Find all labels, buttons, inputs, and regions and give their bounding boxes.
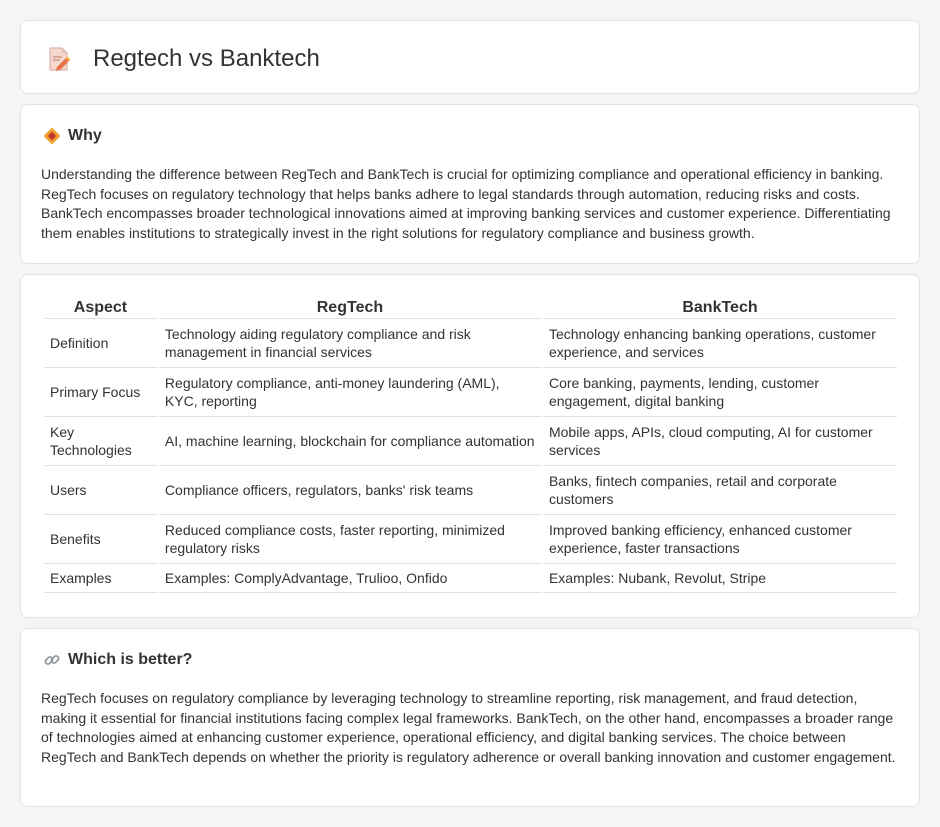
comparison-table-card: Aspect RegTech BankTech Definition Techn… <box>20 274 920 618</box>
row-regtech: AI, machine learning, blockchain for com… <box>158 417 541 466</box>
why-text: Understanding the difference between Reg… <box>41 166 891 241</box>
comparison-table: Aspect RegTech BankTech Definition Techn… <box>42 295 899 593</box>
row-aspect: Definition <box>44 319 157 368</box>
table-row: Key Technologies AI, machine learning, b… <box>44 417 897 466</box>
row-aspect: Benefits <box>44 515 157 564</box>
row-aspect: Key Technologies <box>44 417 157 466</box>
which-better-text: RegTech focuses on regulatory compliance… <box>41 690 896 765</box>
diamond-sign-icon <box>43 127 61 145</box>
row-aspect: Users <box>44 466 157 515</box>
row-aspect: Examples <box>44 564 157 593</box>
table-row: Definition Technology aiding regulatory … <box>44 319 897 368</box>
row-regtech: Examples: ComplyAdvantage, Trulioo, Onfi… <box>158 564 541 593</box>
header-aspect: Aspect <box>44 295 157 319</box>
header-banktech: BankTech <box>542 295 897 319</box>
why-title: Why <box>68 127 102 144</box>
row-banktech: Banks, fintech companies, retail and cor… <box>542 466 897 515</box>
which-better-title: Which is better? <box>68 651 193 668</box>
row-aspect: Primary Focus <box>44 368 157 417</box>
table-row: Benefits Reduced compliance costs, faste… <box>44 515 897 564</box>
row-banktech: Improved banking efficiency, enhanced cu… <box>542 515 897 564</box>
row-regtech: Compliance officers, regulators, banks' … <box>158 466 541 515</box>
header-regtech: RegTech <box>158 295 541 319</box>
row-banktech: Mobile apps, APIs, cloud computing, AI f… <box>542 417 897 466</box>
document-pencil-icon <box>49 47 71 71</box>
row-banktech: Core banking, payments, lending, custome… <box>542 368 897 417</box>
page-title: Regtech vs Banktech <box>93 45 320 72</box>
row-banktech: Technology enhancing banking operations,… <box>542 319 897 368</box>
table-row: Primary Focus Regulatory compliance, ant… <box>44 368 897 417</box>
which-better-section: Which is better? RegTech focuses on regu… <box>20 628 920 807</box>
header-card: Regtech vs Banktech <box>20 20 920 94</box>
row-regtech: Reduced compliance costs, faster reporti… <box>158 515 541 564</box>
row-regtech: Regulatory compliance, anti-money launde… <box>158 368 541 417</box>
row-banktech: Examples: Nubank, Revolut, Stripe <box>542 564 897 593</box>
row-regtech: Technology aiding regulatory compliance … <box>158 319 541 368</box>
why-section: Why Understanding the difference between… <box>20 104 920 264</box>
table-row: Examples Examples: ComplyAdvantage, Trul… <box>44 564 897 593</box>
table-row: Users Compliance officers, regulators, b… <box>44 466 897 515</box>
link-icon <box>44 655 60 665</box>
